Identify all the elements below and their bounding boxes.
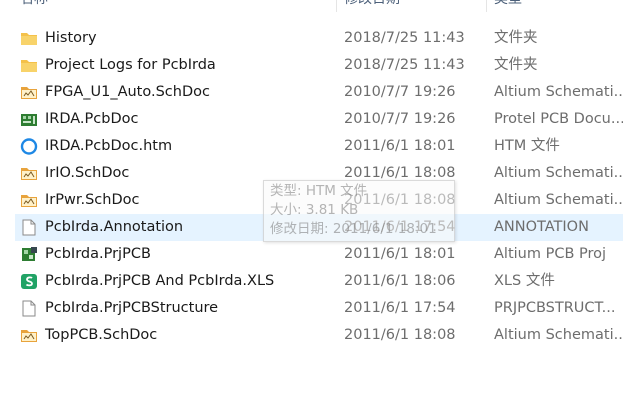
tooltip-type: 类型: HTM 文件: [270, 183, 368, 199]
schdoc-icon: [20, 165, 38, 182]
file-type: 文件夹: [494, 57, 538, 73]
schdoc-icon: [20, 327, 38, 344]
blank-file-icon: [20, 300, 38, 317]
file-modified-date: 2011/6/1 18:06: [344, 273, 456, 289]
file-row[interactable]: PcbIrda.PrjPCBStructure 2011/6/1 17:54 PRJ…: [15, 295, 623, 322]
file-type: Altium Schemati...: [494, 327, 623, 343]
file-modified-date: 2011/6/1 18:01: [344, 138, 456, 154]
file-row[interactable]: IRDA.PcbDoc.htm 2011/6/1 18:01 HTM 文件: [15, 133, 623, 160]
file-modified-date: 2018/7/25 11:43: [344, 30, 465, 46]
file-type: XLS 文件: [494, 273, 555, 289]
file-name: Project Logs for PcbIrda: [45, 57, 216, 73]
spreadsheet-icon: [20, 273, 38, 290]
file-modified-date: 2018/7/25 11:43: [344, 57, 465, 73]
blank-file-icon: [20, 219, 38, 236]
column-header-bar: 名称 修改日期 类型: [0, 0, 623, 12]
file-type: HTM 文件: [494, 138, 560, 154]
file-name: IrIO.SchDoc: [45, 165, 130, 181]
file-name: PcbIrda.PrjPCB: [45, 246, 151, 262]
file-modified-date: 2010/7/7 19:26: [344, 84, 456, 100]
column-header-date[interactable]: 修改日期: [344, 0, 400, 12]
file-name: IRDA.PcbDoc: [45, 111, 139, 127]
column-divider[interactable]: [486, 0, 487, 12]
file-name: PcbIrda.PrjPCBStructure: [45, 300, 219, 316]
file-row[interactable]: History 2018/7/25 11:43 文件夹: [15, 25, 623, 52]
file-name: IRDA.PcbDoc.htm: [45, 138, 173, 154]
file-type: Altium Schemati...: [494, 192, 623, 208]
file-type: PRJPCBSTRUCT...: [494, 300, 616, 316]
prjpcb-icon: [20, 246, 38, 263]
file-name: PcbIrda.PrjPCB And PcbIrda.XLS: [45, 273, 275, 289]
file-row[interactable]: IRDA.PcbDoc 2010/7/7 19:26 Protel PCB Docu…: [15, 106, 623, 133]
file-row[interactable]: TopPCB.SchDoc 2011/6/1 18:08 Altium Schema…: [15, 322, 623, 349]
file-row[interactable]: Project Logs for PcbIrda 2018/7/25 11:43 文…: [15, 52, 623, 79]
file-modified-date: 2011/6/1 18:08: [344, 327, 456, 343]
file-name: TopPCB.SchDoc: [45, 327, 158, 343]
file-modified-date: 2011/6/1 17:54: [344, 300, 456, 316]
file-name: IrPwr.SchDoc: [45, 192, 140, 208]
folder-icon: [20, 57, 38, 74]
file-name: FPGA_U1_Auto.SchDoc: [45, 84, 210, 100]
file-row[interactable]: PcbIrda.PrjPCB And PcbIrda.XLS 2011/6/1 1…: [15, 268, 623, 295]
column-header-type[interactable]: 类型: [494, 0, 522, 12]
tooltip-size: 大小: 3.81 KB: [270, 202, 359, 218]
file-type: Altium Schemati...: [494, 84, 623, 100]
file-modified-date: 2010/7/7 19:26: [344, 111, 456, 127]
column-header-name[interactable]: 名称: [20, 0, 48, 12]
tooltip-date: 修改日期: 2011/6/1 18:01: [270, 221, 437, 237]
folder-icon: [20, 30, 38, 47]
file-row[interactable]: FPGA_U1_Auto.SchDoc 2010/7/7 19:26 Altium …: [15, 79, 623, 106]
browser-icon: [20, 138, 38, 155]
file-modified-date: 2011/6/1 18:01: [344, 246, 456, 262]
column-divider[interactable]: [336, 0, 337, 12]
file-row[interactable]: PcbIrda.PrjPCB 2011/6/1 18:01 Altium PCB P…: [15, 241, 623, 268]
file-info-tooltip: 类型: HTM 文件 大小: 3.81 KB 修改日期: 2011/6/1 18…: [263, 180, 455, 242]
file-type: ANNOTATION: [494, 219, 589, 235]
pcbdoc-icon: [20, 111, 38, 128]
file-type: Altium PCB Proj: [494, 246, 607, 262]
schdoc-icon: [20, 192, 38, 209]
file-name: PcbIrda.Annotation: [45, 219, 184, 235]
file-name: History: [45, 30, 97, 46]
file-type: Altium Schemati...: [494, 165, 623, 181]
file-type: Protel PCB Docu...: [494, 111, 623, 127]
schdoc-icon: [20, 84, 38, 101]
file-type: 文件夹: [494, 30, 538, 46]
